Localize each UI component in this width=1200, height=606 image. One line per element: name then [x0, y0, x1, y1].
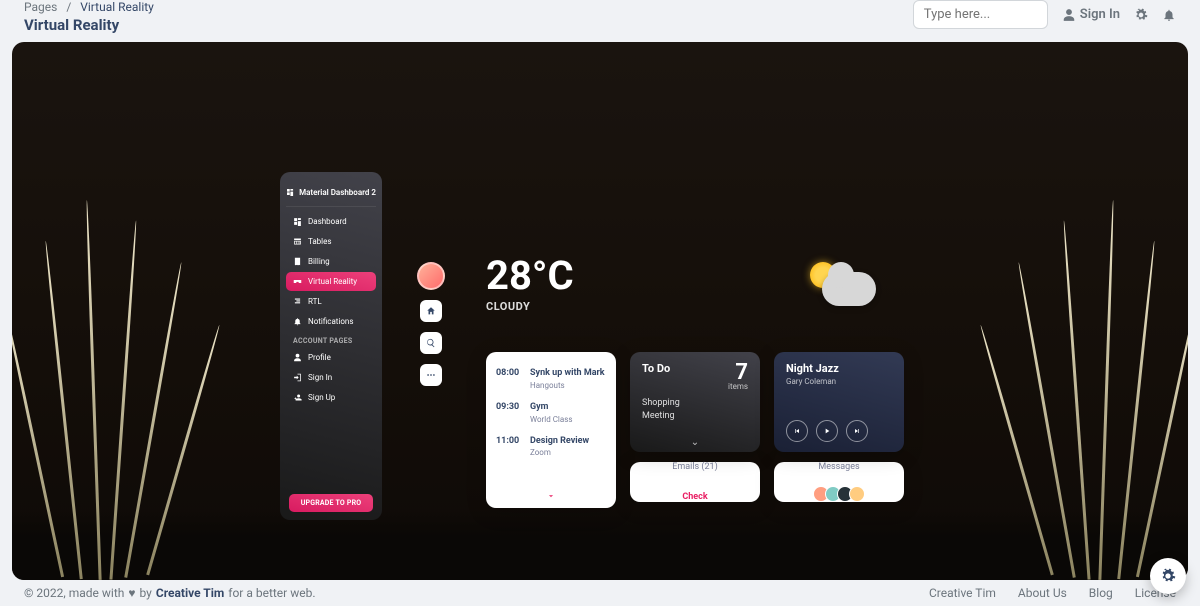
- dashboard-icon: [293, 217, 302, 226]
- user-icon: [1062, 8, 1076, 22]
- sidenav: Material Dashboard 2 DashboardTablesBill…: [280, 172, 382, 520]
- ellipsis-icon: [426, 370, 436, 380]
- play-icon: [823, 427, 831, 435]
- schedule-title: Gym: [530, 402, 606, 413]
- user-avatar[interactable]: [417, 262, 445, 290]
- todo-count: 7: [728, 362, 748, 384]
- todo-list: Shopping Meeting: [642, 397, 748, 422]
- bell-icon: [1162, 8, 1176, 22]
- weather-icon: [798, 252, 880, 322]
- messages-avatars: [813, 486, 865, 502]
- bell-icon: [293, 317, 302, 326]
- schedule-time: 11:00: [496, 436, 522, 458]
- messages-label: Messages: [818, 462, 859, 472]
- cloud-icon: [822, 272, 876, 306]
- schedule-more[interactable]: [496, 491, 606, 504]
- nav-item-dashboard[interactable]: Dashboard: [286, 212, 376, 231]
- todo-title: To Do: [642, 362, 670, 375]
- rtl-icon: [293, 297, 302, 306]
- schedule-card: 08:00 Synk up with Mark Hangouts 09:30 Gym Wo…: [486, 352, 616, 508]
- login-icon: [293, 373, 302, 382]
- todo-items-label: items: [728, 382, 748, 391]
- schedule-time: 09:30: [496, 402, 522, 424]
- person-icon: [293, 353, 302, 362]
- chevron-down-icon: [546, 491, 556, 501]
- receipt-icon: [293, 257, 302, 266]
- footer-link-creative-tim[interactable]: Creative Tim: [929, 586, 996, 600]
- dashboard-logo-icon: [286, 186, 294, 198]
- next-icon: [853, 427, 861, 435]
- schedule-title: Synk up with Mark: [530, 368, 606, 379]
- weather-widget: 28°C CLOUDY: [486, 256, 574, 313]
- prev-icon: [793, 427, 801, 435]
- music-next-button[interactable]: [846, 420, 868, 442]
- sidenav-section-label: ACCOUNT PAGES: [293, 337, 369, 345]
- mini-toolbar: [417, 262, 445, 386]
- nav-item-sign-in[interactable]: Sign In: [286, 368, 376, 387]
- schedule-sub: World Class: [530, 415, 606, 424]
- sidenav-brand[interactable]: Material Dashboard 2: [286, 182, 376, 207]
- sign-in-link[interactable]: Sign In: [1062, 7, 1120, 22]
- breadcrumb: Pages / Virtual Reality: [24, 0, 154, 14]
- footer: © 2022, made with ♥ by Creative Tim for …: [0, 580, 1200, 606]
- settings-button[interactable]: [1134, 8, 1148, 22]
- vr-icon: [293, 277, 302, 286]
- schedule-item[interactable]: 08:00 Synk up with Mark Hangouts: [496, 362, 606, 396]
- home-button[interactable]: [420, 300, 442, 322]
- footer-link-blog[interactable]: Blog: [1089, 586, 1113, 600]
- nav-item-profile[interactable]: Profile: [286, 348, 376, 367]
- topbar: Pages / Virtual Reality Virtual Reality …: [0, 0, 1200, 42]
- weather-condition: CLOUDY: [486, 300, 574, 313]
- schedule-item[interactable]: 11:00 Design ReviewZoom: [496, 430, 606, 464]
- nav-item-sign-up[interactable]: Sign Up: [286, 388, 376, 407]
- home-icon: [426, 306, 436, 316]
- weather-temp: 28°C: [486, 256, 574, 296]
- breadcrumb-current: Virtual Reality: [80, 0, 154, 14]
- nav-item-billing[interactable]: Billing: [286, 252, 376, 271]
- sofa-decor: [12, 510, 1188, 580]
- nav-item-virtual-reality[interactable]: Virtual Reality: [286, 272, 376, 291]
- footer-link-about-us[interactable]: About Us: [1018, 586, 1067, 600]
- schedule-sub: Zoom: [530, 448, 606, 457]
- music-prev-button[interactable]: [786, 420, 808, 442]
- search-input[interactable]: [913, 0, 1048, 29]
- gear-icon: [1160, 568, 1176, 584]
- settings-fab[interactable]: [1150, 558, 1186, 594]
- music-title: Night Jazz: [786, 362, 892, 375]
- breadcrumb-root[interactable]: Pages: [24, 0, 57, 14]
- emails-check-link[interactable]: Check: [682, 492, 707, 502]
- schedule-item[interactable]: 09:30 Gym World Class: [496, 396, 606, 430]
- todo-card[interactable]: To Do 7 items Shopping Meeting ⌄: [630, 352, 760, 452]
- messages-card[interactable]: Messages: [774, 462, 904, 502]
- emails-label: Emails (21): [672, 462, 718, 472]
- music-artist: Gary Coleman: [786, 377, 892, 386]
- gear-icon: [1134, 8, 1148, 22]
- table-icon: [293, 237, 302, 246]
- nav-item-notifications[interactable]: Notifications: [286, 312, 376, 331]
- todo-expand[interactable]: ⌄: [691, 437, 699, 448]
- heart-icon: ♥: [128, 586, 135, 600]
- nav-item-rtl[interactable]: RTL: [286, 292, 376, 311]
- vr-stage: Material Dashboard 2 DashboardTablesBill…: [12, 42, 1188, 580]
- notifications-button[interactable]: [1162, 8, 1176, 22]
- page-title: Virtual Reality: [24, 16, 154, 34]
- signup-icon: [293, 393, 302, 402]
- search-icon: [426, 338, 436, 348]
- schedule-time: 08:00: [496, 368, 522, 390]
- footer-brand-link[interactable]: Creative Tim: [156, 586, 224, 600]
- upgrade-button[interactable]: UPGRADE TO PRO: [289, 494, 373, 512]
- more-button[interactable]: [420, 364, 442, 386]
- schedule-title: Design Review: [530, 436, 606, 447]
- music-card: Night Jazz Gary Coleman: [774, 352, 904, 452]
- search-button[interactable]: [420, 332, 442, 354]
- emails-card[interactable]: Emails (21) Check: [630, 462, 760, 502]
- nav-item-tables[interactable]: Tables: [286, 232, 376, 251]
- music-play-button[interactable]: [816, 420, 838, 442]
- schedule-sub: Hangouts: [530, 381, 606, 390]
